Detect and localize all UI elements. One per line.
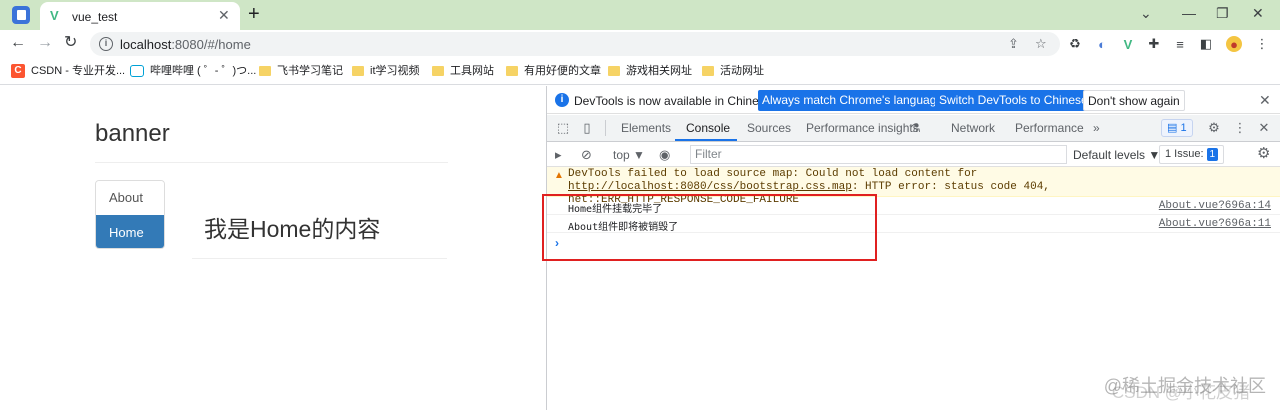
issues-button[interactable]: 1 Issue: 1: [1159, 145, 1225, 164]
console-toolbar: ▸ ⊘ top ▼ ◉ Filter Default levels ▼ 1 Is…: [547, 143, 1280, 167]
forward-arrow-icon[interactable]: →: [37, 34, 53, 52]
info-icon: i: [555, 93, 569, 107]
bookmark-game-sites[interactable]: 游戏相关网址: [608, 64, 692, 78]
folder-icon: [259, 66, 271, 77]
inspect-element-icon[interactable]: ⬚: [555, 120, 571, 136]
sourcemap-link[interactable]: http://localhost:8080/css/bootstrap.css.…: [568, 181, 852, 193]
reload-icon[interactable]: ↻: [64, 34, 77, 52]
back-arrow-icon[interactable]: ←: [10, 34, 26, 52]
juejin-watermark: @稀土掘金技术社区: [1103, 376, 1266, 396]
bookmarks-bar: C CSDN - 专业开发... 哔哩哔哩 ( ゜- ゜)つ... 飞书学习笔记 …: [0, 58, 1280, 85]
device-toolbar-icon[interactable]: ▯: [579, 120, 595, 136]
infobar-message: DevTools is now available in Chinese!: [574, 94, 775, 108]
bookmark-csdn[interactable]: C CSDN - 专业开发...: [11, 64, 125, 79]
bilibili-logo-icon: [130, 65, 144, 78]
tab-sources[interactable]: Sources: [747, 121, 791, 135]
active-tab-indicator: [675, 139, 737, 141]
message-icon: ▤: [1167, 122, 1181, 134]
tab-close-icon[interactable]: ✕: [218, 7, 230, 23]
more-tabs-icon[interactable]: »: [1093, 121, 1100, 135]
bookmark-feishu-notes[interactable]: 飞书学习笔记: [259, 64, 343, 78]
bookmark-star-icon[interactable]: ☆: [1035, 36, 1047, 52]
maximize-button[interactable]: ❐: [1216, 4, 1229, 22]
chrome-menu-icon[interactable]: ⋮: [1254, 36, 1270, 52]
share-icon[interactable]: ⇪: [1008, 36, 1019, 52]
folder-icon: [432, 66, 444, 77]
extensions-puzzle-icon[interactable]: ✚: [1146, 36, 1162, 52]
messages-badge[interactable]: ▤ 1: [1161, 119, 1193, 137]
always-match-language-button[interactable]: Always match Chrome's language: [758, 90, 948, 111]
docs-app-icon[interactable]: [12, 6, 30, 24]
browser-toolbar: ← → ↻ i localhost:8080/#/home ⇪ ☆ ♻ ◐ V …: [0, 30, 1280, 58]
reading-list-icon[interactable]: ≡: [1172, 36, 1188, 52]
infobar-close-icon[interactable]: ✕: [1259, 92, 1271, 108]
tab-network[interactable]: Network: [951, 121, 995, 135]
folder-icon: [608, 66, 620, 77]
tab-performance[interactable]: Performance: [1015, 121, 1084, 135]
home-content-text: 我是Home的内容: [204, 216, 381, 242]
browser-tab[interactable]: V vue_test ✕: [40, 2, 240, 30]
bookmark-useful-articles[interactable]: 有用好便的文章: [506, 64, 601, 78]
live-expression-eye-icon[interactable]: ◉: [659, 147, 670, 163]
page-banner: banner: [95, 120, 170, 147]
page-viewport: banner About Home 我是Home的内容: [0, 86, 546, 410]
folder-icon: [702, 66, 714, 77]
tab-strip: V vue_test ✕ + ⌄ — ❐ ✕: [0, 0, 1280, 30]
route-nav: About Home: [95, 180, 165, 249]
tabbar-separator: [605, 120, 606, 136]
context-selector[interactable]: top ▼: [613, 148, 645, 162]
site-info-icon[interactable]: i: [99, 37, 113, 51]
tab-performance-insights[interactable]: Performance insights: [806, 121, 919, 135]
devtools-menu-icon[interactable]: ⋮: [1232, 120, 1248, 136]
dont-show-again-button[interactable]: Don't show again: [1083, 90, 1185, 111]
bookmark-bilibili[interactable]: 哔哩哔哩 ( ゜- ゜)つ...: [130, 64, 256, 78]
recycle-extension-icon[interactable]: ♻: [1067, 36, 1083, 52]
flask-icon: ⚗: [910, 121, 921, 135]
vue-favicon-icon: V: [50, 8, 59, 23]
log-levels-dropdown[interactable]: Default levels ▼: [1073, 148, 1160, 162]
warning-icon: ▲: [554, 170, 564, 181]
log-source-link[interactable]: About.vue?696a:11: [1159, 218, 1271, 230]
bookmark-it-videos[interactable]: it学习视频: [352, 64, 420, 78]
side-panel-icon[interactable]: ◧: [1198, 36, 1214, 52]
folder-icon: [506, 66, 518, 77]
language-infobar: i DevTools is now available in Chinese! …: [547, 86, 1280, 114]
devtools-close-icon[interactable]: ✕: [1256, 120, 1272, 136]
banner-divider: [95, 162, 448, 163]
tab-title: vue_test: [72, 10, 118, 24]
folder-icon: [352, 66, 364, 77]
settings-gear-icon[interactable]: ⚙: [1206, 120, 1222, 136]
bookmark-tool-sites[interactable]: 工具网站: [432, 64, 494, 78]
tab-console[interactable]: Console: [686, 121, 730, 135]
switch-to-chinese-button[interactable]: Switch DevTools to Chinese: [935, 90, 1092, 111]
address-bar[interactable]: i localhost:8080/#/home ⇪ ☆: [90, 32, 1060, 56]
minimize-button[interactable]: —: [1182, 4, 1196, 22]
highlight-annotation-box: [542, 194, 877, 261]
profile-avatar[interactable]: ●: [1226, 36, 1242, 52]
devtools-tabbar: ⬚ ▯ Elements Console Sources Performance…: [547, 115, 1280, 142]
csdn-logo-icon: C: [11, 64, 25, 79]
nav-link-about[interactable]: About: [96, 181, 164, 215]
nav-link-home[interactable]: Home: [96, 215, 164, 248]
vue-devtools-extension-icon[interactable]: V: [1120, 36, 1136, 52]
sidebar-toggle-icon[interactable]: ▸: [555, 147, 562, 163]
console-settings-icon[interactable]: ⚙: [1257, 146, 1270, 162]
close-window-button[interactable]: ✕: [1252, 4, 1264, 22]
sourcemap-warning: ▲ DevTools failed to load source map: Co…: [547, 167, 1280, 206]
console-filter-input[interactable]: Filter: [690, 145, 1067, 164]
new-tab-button[interactable]: +: [248, 4, 260, 24]
bookmark-activity-sites[interactable]: 活动网址: [702, 64, 764, 78]
log-source-link[interactable]: About.vue?696a:14: [1159, 200, 1271, 212]
tab-search-icon[interactable]: ⌄: [1140, 4, 1152, 22]
url-text[interactable]: localhost:8080/#/home: [120, 37, 251, 52]
clear-console-icon[interactable]: ⊘: [581, 147, 592, 163]
tab-elements[interactable]: Elements: [621, 121, 671, 135]
content-divider: [192, 258, 447, 259]
opera-extension-icon[interactable]: ◐: [1094, 36, 1110, 52]
